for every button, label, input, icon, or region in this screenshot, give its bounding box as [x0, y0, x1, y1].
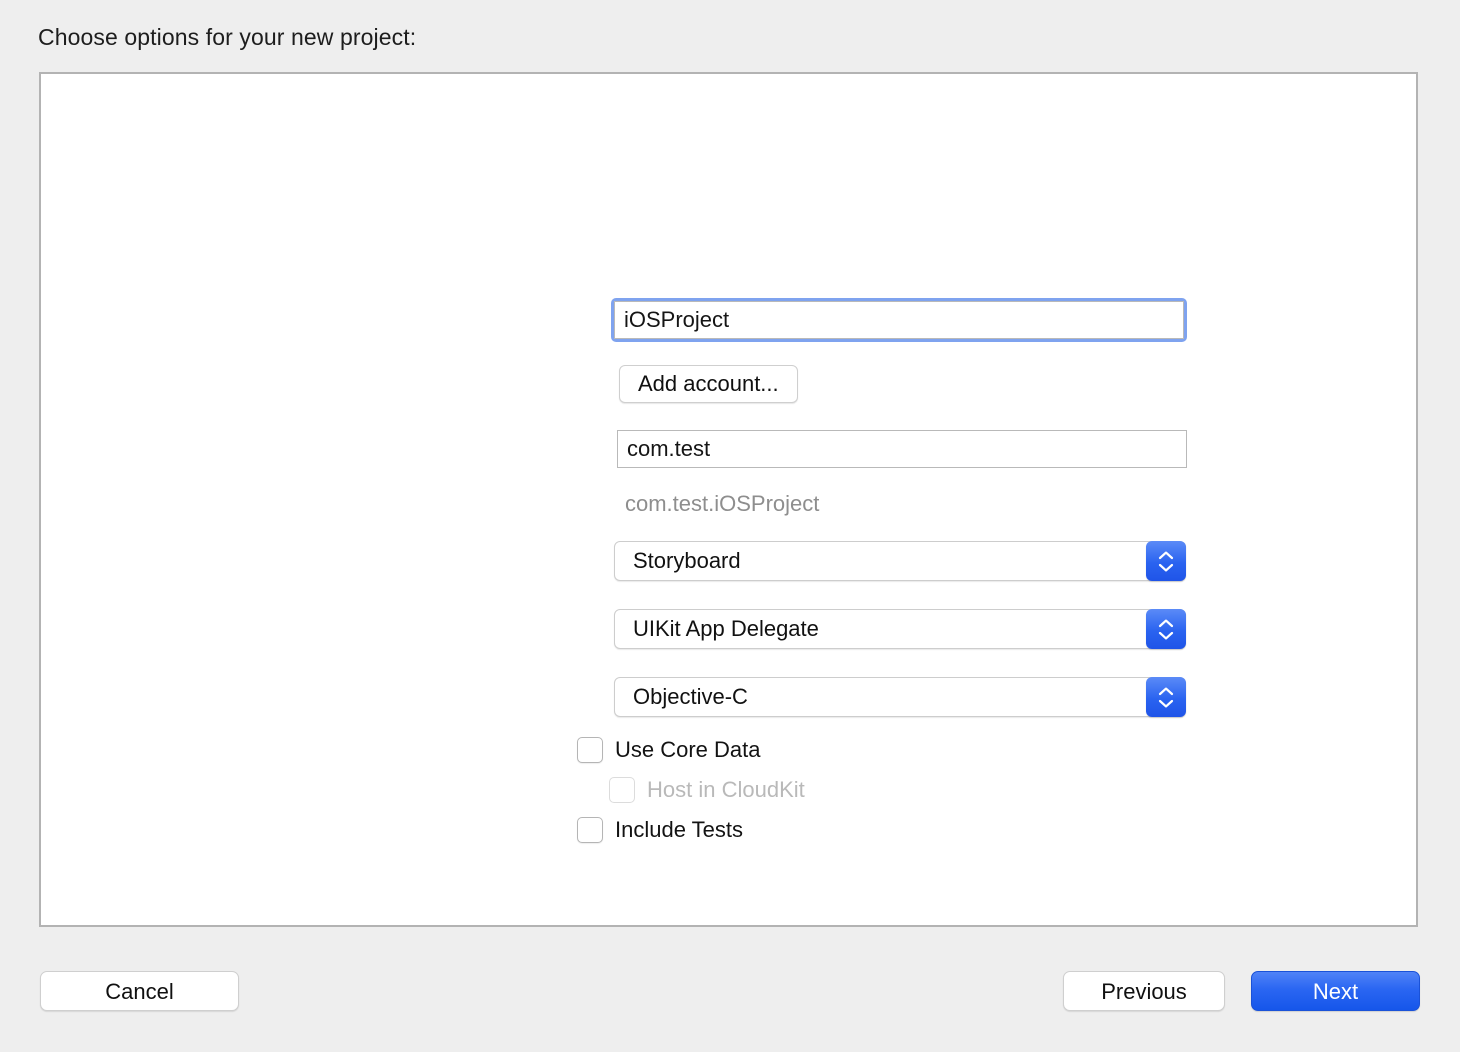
add-account-button[interactable]: Add account...: [619, 365, 798, 403]
interface-select-value: Storyboard: [633, 548, 741, 573]
checkbox-row-use-core-data[interactable]: Use Core Data: [577, 735, 761, 765]
previous-button[interactable]: Previous: [1063, 971, 1225, 1011]
checkbox-row-host-in-cloudkit: Host in CloudKit: [609, 775, 805, 805]
language-select[interactable]: Objective-C: [614, 677, 1186, 717]
next-button[interactable]: Next: [1251, 971, 1420, 1011]
life-cycle-select-value: UIKit App Delegate: [633, 616, 819, 641]
cancel-button[interactable]: Cancel: [40, 971, 239, 1011]
organization-identifier-input[interactable]: [617, 430, 1187, 468]
bundle-identifier-value: com.test.iOSProject: [625, 491, 820, 516]
checkbox-use-core-data[interactable]: [577, 737, 603, 763]
checkbox-host-in-cloudkit: [609, 777, 635, 803]
options-panel: Product Name: Team: Add account... Organ…: [39, 72, 1418, 927]
chevron-up-down-icon[interactable]: [1146, 541, 1186, 581]
chevron-up-down-icon[interactable]: [1146, 677, 1186, 717]
page-title: Choose options for your new project:: [38, 24, 417, 50]
checkbox-label-host-in-cloudkit: Host in CloudKit: [647, 777, 805, 802]
interface-select[interactable]: Storyboard: [614, 541, 1186, 581]
life-cycle-select[interactable]: UIKit App Delegate: [614, 609, 1186, 649]
product-name-input[interactable]: [614, 301, 1184, 339]
checkbox-label-use-core-data: Use Core Data: [615, 737, 761, 762]
checkbox-label-include-tests: Include Tests: [615, 817, 744, 842]
checkbox-include-tests[interactable]: [577, 817, 603, 843]
checkbox-row-include-tests[interactable]: Include Tests: [577, 815, 743, 845]
chevron-up-down-icon[interactable]: [1146, 609, 1186, 649]
product-name-focus-ring: [611, 298, 1187, 342]
language-select-value: Objective-C: [633, 684, 748, 709]
